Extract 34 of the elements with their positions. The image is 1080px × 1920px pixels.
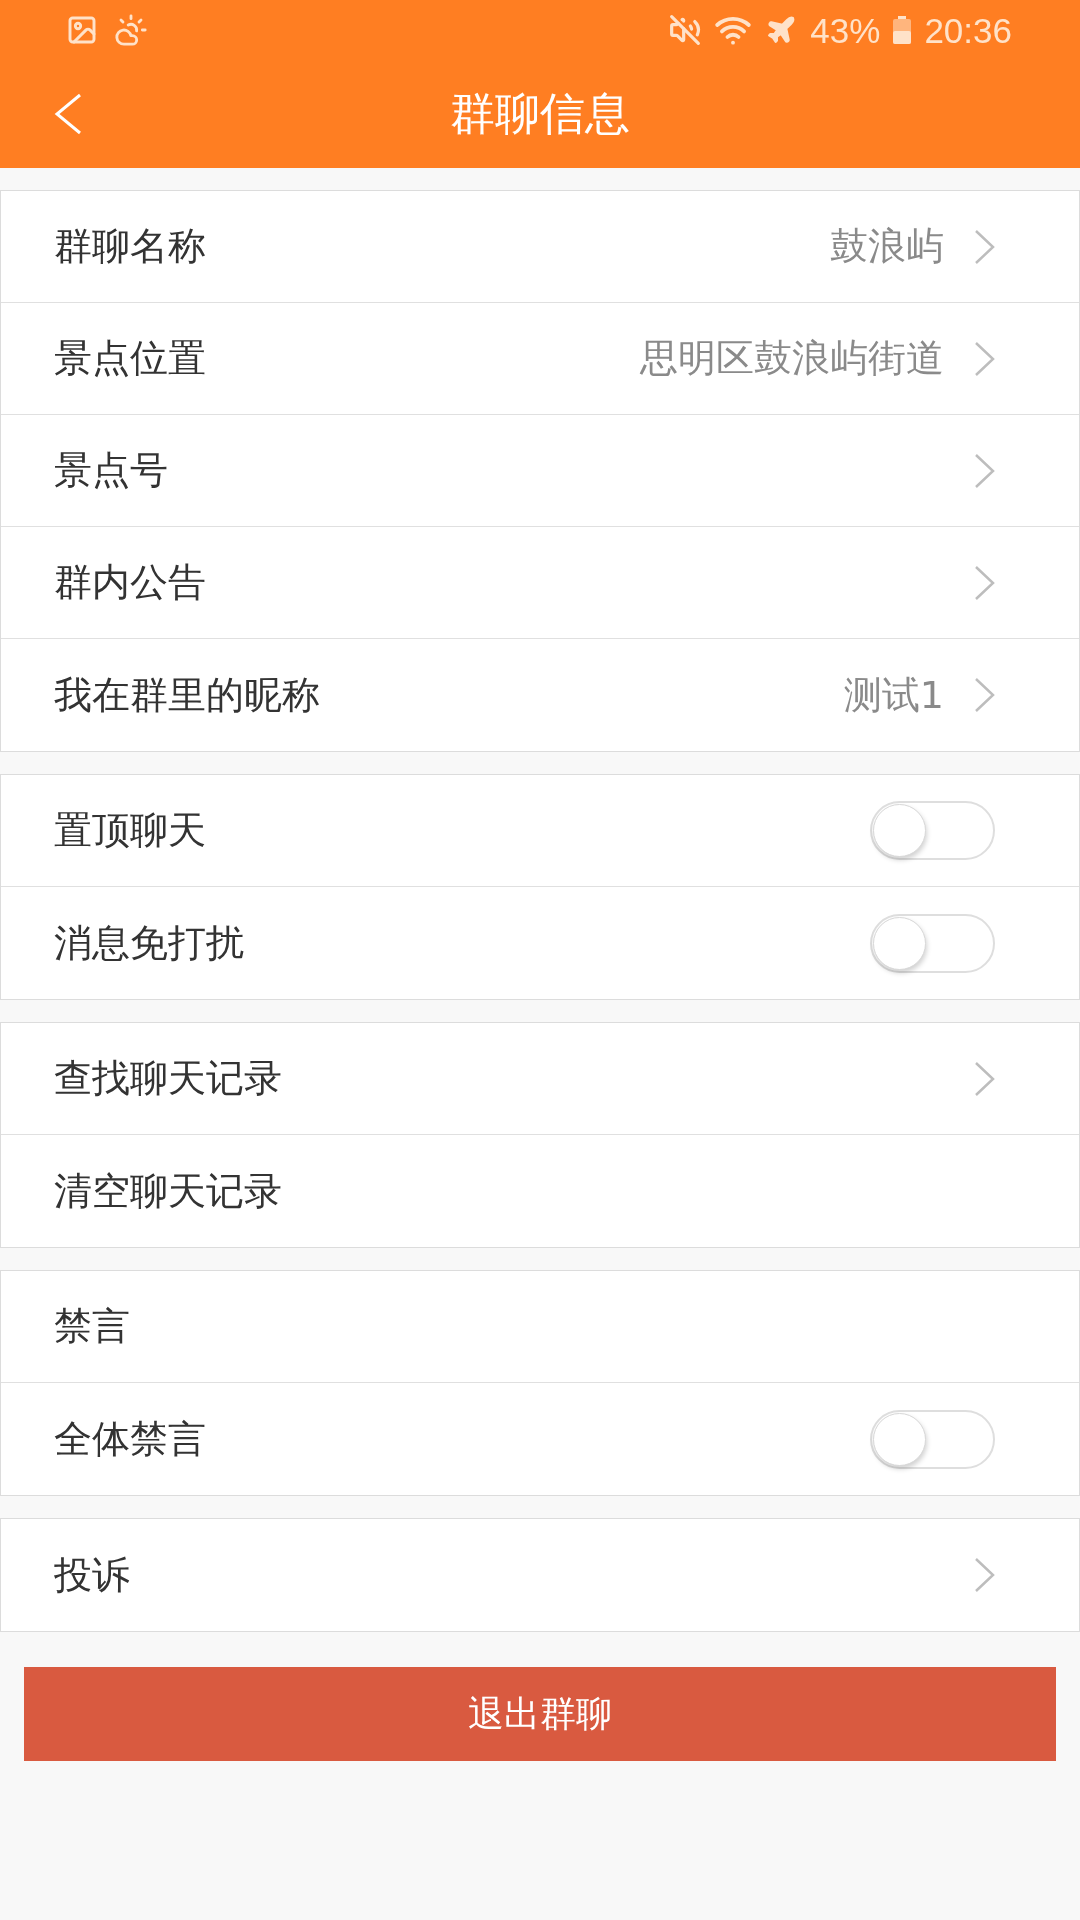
toggle-switch[interactable] — [870, 913, 995, 973]
row-label: 查找聊天记录 — [54, 1055, 283, 1102]
back-icon[interactable] — [54, 93, 82, 135]
clock-time: 20:36 — [924, 12, 1012, 48]
exit-group-button[interactable]: 退出群聊 — [24, 1667, 1056, 1761]
row-label: 消息免打扰 — [54, 919, 245, 967]
row-label: 禁言 — [54, 1303, 131, 1350]
row-label: 全体禁言 — [54, 1415, 207, 1463]
toggle-switch[interactable] — [870, 801, 995, 860]
row-value: 思明区鼓浪屿街道 — [640, 335, 944, 382]
row-label: 景点位置 — [54, 335, 207, 382]
row-value: 测试1 — [843, 671, 944, 719]
cloud-sun-icon — [114, 13, 148, 47]
battery-icon — [893, 16, 912, 44]
row-label: 投诉 — [54, 1551, 131, 1599]
row-label: 景点号 — [54, 447, 169, 494]
chevron-right-icon — [974, 1060, 995, 1097]
chevron-right-icon — [974, 677, 995, 713]
chevron-right-icon — [974, 340, 995, 377]
chevron-right-icon — [974, 452, 995, 489]
chevron-right-icon — [974, 228, 995, 265]
page-title: 群聊信息 — [450, 86, 630, 142]
row-label: 清空聊天记录 — [54, 1167, 283, 1215]
row-label: 群内公告 — [54, 559, 207, 606]
toggle-switch[interactable] — [870, 1409, 995, 1469]
image-icon — [66, 14, 98, 46]
chevron-right-icon — [974, 564, 995, 601]
muted-speaker-icon — [669, 14, 702, 46]
row-label: 我在群里的昵称 — [54, 671, 321, 719]
row-label: 置顶聊天 — [54, 807, 207, 854]
row-label: 群聊名称 — [54, 223, 207, 270]
battery-percent: 43% — [810, 12, 881, 48]
chevron-right-icon — [974, 1557, 995, 1593]
row-value: 鼓浪屿 — [830, 223, 944, 270]
